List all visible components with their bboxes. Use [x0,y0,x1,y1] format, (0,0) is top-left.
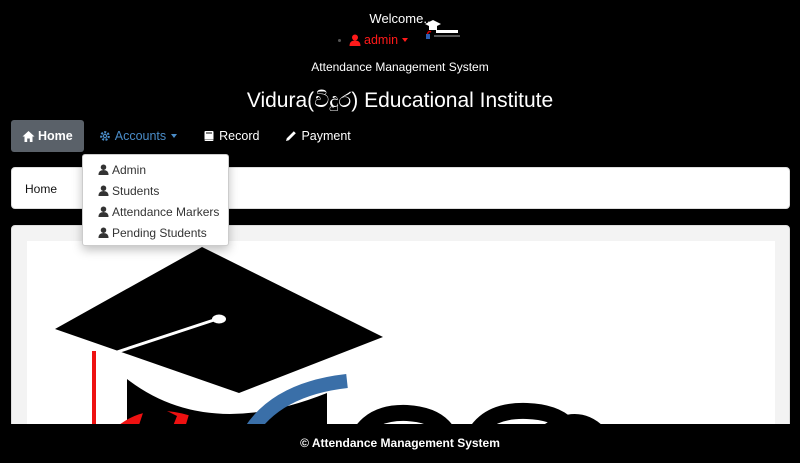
footer: © Attendance Management System [0,424,800,463]
footer-text: © Attendance Management System [300,436,500,450]
menu-item-admin[interactable]: Admin [83,159,228,180]
nav-accounts-label: Accounts [114,129,167,143]
nav-payment-label: Payment [301,129,351,143]
gear-icon [99,130,112,143]
status-dot [338,38,341,42]
content-panel [11,225,790,445]
page-title: Vidura(විදුර) Educational Institute [246,89,554,112]
nav-home-label: Home [38,129,73,143]
nav-record[interactable]: Record [192,120,270,152]
chevron-down-icon [171,134,178,138]
breadcrumb-current: Home [25,182,58,196]
accounts-dropdown: Admin Students Attendance Markers Pendin… [82,154,229,246]
nav-record-label: Record [219,129,260,143]
nav-accounts[interactable]: Accounts [88,120,188,152]
institute-logo-small [422,16,464,44]
nav-home[interactable]: Home [11,120,84,152]
home-icon [22,130,35,143]
pencil-icon [285,130,298,143]
menu-item-students[interactable]: Students [83,180,228,201]
main-nav: Home Accounts Record Payment [11,120,366,152]
top-header: Welcome.. admin Attendance Management Sy… [0,0,800,80]
menu-item-label: Admin [112,162,147,177]
nav-payment[interactable]: Payment [274,120,361,152]
user-icon [349,34,361,46]
user-menu-toggle[interactable]: admin [338,33,409,47]
menu-item-label: Attendance Markers [112,204,220,219]
welcome-text: Welcome.. [369,11,431,26]
menu-item-pending-students[interactable]: Pending Students [83,222,228,243]
content-area [27,241,775,444]
menu-item-label: Students [112,183,160,198]
institute-logo-large [55,247,617,444]
menu-item-attendance-markers[interactable]: Attendance Markers [83,201,228,222]
system-name: Attendance Management System [311,60,489,74]
menu-item-label: Pending Students [112,225,207,240]
user-icon [98,185,109,196]
user-name: admin [364,33,399,47]
user-icon [98,227,109,238]
chevron-down-icon [402,38,409,42]
book-icon [203,130,216,143]
user-icon [98,164,109,175]
user-icon [98,206,109,217]
